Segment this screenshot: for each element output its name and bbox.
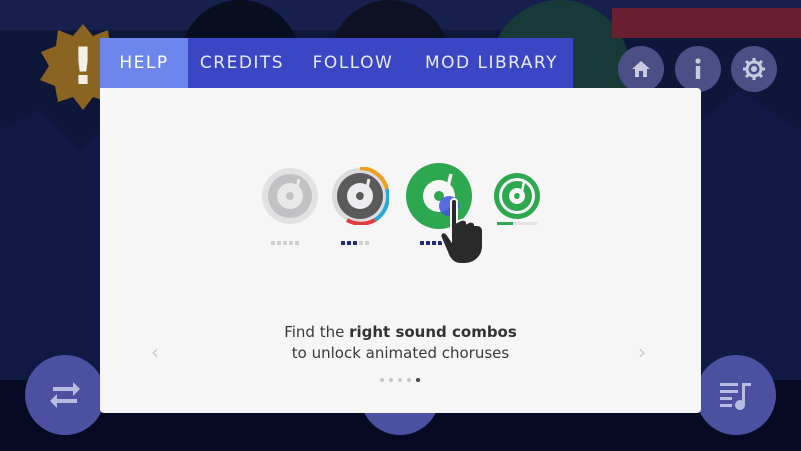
previous-slide-arrow[interactable]: ‹	[151, 340, 159, 364]
help-panel: Find the right sound combos to unlock an…	[100, 88, 701, 413]
help-caption-line1: Find the right sound combos	[100, 323, 701, 341]
gear-icon	[743, 58, 765, 80]
disc-partial-progress-dots	[341, 241, 369, 245]
playlist-music-icon	[720, 383, 751, 410]
pagination-dot[interactable]	[398, 378, 402, 382]
swap-arrows-icon	[50, 382, 80, 408]
disc-unlocked-progress-track	[497, 222, 537, 225]
disc-unlocked-icon	[494, 173, 540, 219]
playlist-button[interactable]	[696, 355, 776, 435]
disc-locked-progress-dots	[271, 241, 299, 245]
tab-help[interactable]: HELP	[100, 38, 188, 88]
info-button[interactable]	[675, 46, 721, 92]
help-caption-line2: to unlock animated choruses	[291, 344, 510, 362]
disc-locked-icon	[262, 168, 318, 224]
pagination-dot-current[interactable]	[416, 378, 420, 382]
pagination-dot[interactable]	[380, 378, 384, 382]
menu-tab-bar: HELP CREDITS FOLLOW MOD LIBRARY	[100, 38, 573, 88]
slide-pagination	[380, 378, 420, 382]
caption-bold: right sound combos	[349, 323, 517, 341]
disc-partial-icon	[332, 167, 389, 225]
disc-unlocked-progress-fill	[497, 222, 513, 225]
pagination-dot[interactable]	[389, 378, 393, 382]
caption-prefix: Find the	[284, 323, 350, 341]
tab-mod-library[interactable]: MOD LIBRARY	[410, 38, 573, 88]
info-icon	[695, 58, 701, 79]
next-slide-arrow[interactable]: ›	[638, 340, 646, 364]
home-icon	[632, 61, 650, 77]
tab-follow[interactable]: FOLLOW	[296, 38, 410, 88]
pagination-dot[interactable]	[407, 378, 411, 382]
shuffle-button[interactable]	[25, 355, 105, 435]
home-button[interactable]	[618, 46, 664, 92]
settings-button[interactable]	[731, 46, 777, 92]
tab-credits[interactable]: CREDITS	[188, 38, 296, 88]
